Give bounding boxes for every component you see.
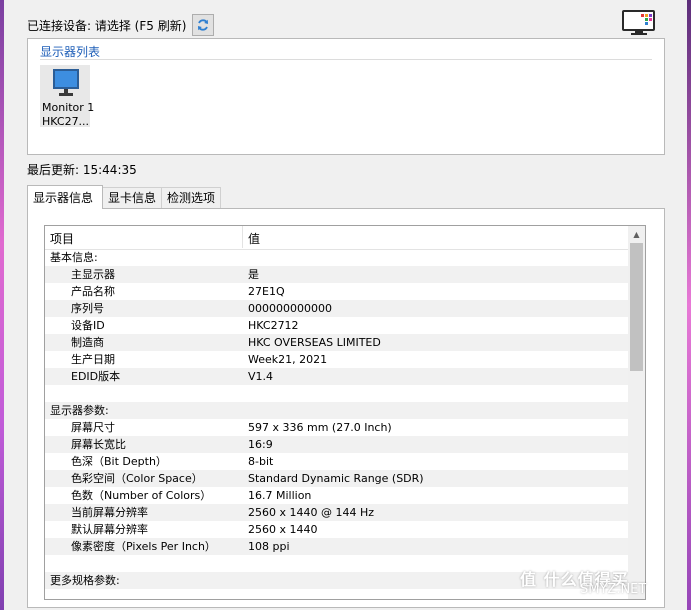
table-row[interactable]: 当前屏幕分辨率 2560 x 1440 @ 144 Hz: [45, 504, 629, 521]
monitor-icon: [53, 69, 79, 96]
column-header-value[interactable]: 值: [248, 230, 260, 247]
table-section-row[interactable]: 显示器参数:: [45, 402, 629, 419]
scroll-up-arrow-icon[interactable]: ▲: [628, 226, 645, 243]
table-blank-row: [45, 385, 629, 402]
window-edge-decoration: [687, 0, 691, 610]
row-key: 设备ID: [71, 319, 105, 332]
table-row[interactable]: 序列号 000000000000: [45, 300, 629, 317]
column-header-item[interactable]: 项目: [50, 230, 74, 247]
row-key: 基本信息:: [50, 251, 98, 264]
monitor-test-logo-icon[interactable]: [621, 8, 657, 36]
row-key: 屏幕尺寸: [71, 421, 115, 434]
row-value: 597 x 336 mm (27.0 Inch): [248, 421, 392, 434]
divider: [40, 59, 652, 60]
row-value: HKC OVERSEAS LIMITED: [248, 336, 381, 349]
monitor-info-table[interactable]: 项目 值 基本信息: 主显示器 是产品名称 27E1Q 序列号 000000000000 设…: [44, 225, 646, 600]
row-key: 序列号: [71, 302, 104, 315]
row-key: 当前屏幕分辨率: [71, 506, 148, 519]
row-value: 2560 x 1440: [248, 523, 318, 536]
row-value: 16.7 Million: [248, 489, 312, 502]
refresh-icon: [198, 19, 209, 31]
row-key: EDID版本: [71, 370, 121, 383]
row-key: 显示器参数:: [50, 404, 109, 417]
table-row[interactable]: 像素密度（Pixels Per Inch） 108 ppi: [45, 538, 629, 555]
row-value: 是: [248, 268, 259, 281]
row-key: 色彩空间（Color Space）: [71, 472, 203, 485]
row-key: 色数（Number of Colors）: [71, 489, 212, 502]
table-row[interactable]: EDID版本 V1.4: [45, 368, 629, 385]
table-row[interactable]: 屏幕尺寸 597 x 336 mm (27.0 Inch): [45, 419, 629, 436]
row-value: V1.4: [248, 370, 274, 383]
row-value: 16:9: [248, 438, 273, 451]
table-row[interactable]: 色彩空间（Color Space） Standard Dynamic Range …: [45, 470, 629, 487]
last-update-label: 最后更新: 15:44:35: [27, 163, 137, 177]
device-selector-bar: 已连接设备: 请选择 (F5 刷新): [27, 14, 215, 36]
scrollbar-thumb[interactable]: [630, 243, 643, 371]
refresh-button[interactable]: [192, 14, 215, 36]
row-key: 产品名称: [71, 285, 115, 298]
row-key: 制造商: [71, 336, 104, 349]
row-key: 像素密度（Pixels Per Inch）: [71, 540, 216, 553]
row-key: 屏幕长宽比: [71, 438, 126, 451]
watermark: 值 什么值得买 SMYZ.NET: [520, 566, 646, 597]
tab-detection-options[interactable]: 检测选项: [161, 187, 221, 208]
table-row[interactable]: 生产日期 Week21, 2021: [45, 351, 629, 368]
row-value: 2560 x 1440 @ 144 Hz: [248, 506, 375, 519]
row-value: Week21, 2021: [248, 353, 328, 366]
column-divider[interactable]: [242, 226, 243, 248]
table-row[interactable]: 默认屏幕分辨率 2560 x 1440: [45, 521, 629, 538]
row-key: 主显示器: [71, 268, 115, 281]
row-key: 更多规格参数:: [50, 574, 120, 587]
row-key: 生产日期: [71, 353, 115, 366]
window-edge-decoration: [0, 0, 4, 610]
table-rows: 基本信息: 主显示器 是产品名称 27E1Q 序列号 000000000000 设备ID HK…: [45, 249, 629, 589]
table-row[interactable]: 制造商 HKC OVERSEAS LIMITED: [45, 334, 629, 351]
row-key: 默认屏幕分辨率: [71, 523, 148, 536]
row-value: 27E1Q: [248, 285, 285, 298]
table-header: 项目 值: [45, 226, 629, 250]
table-row[interactable]: 产品名称 27E1Q: [45, 283, 629, 300]
table-row[interactable]: 屏幕长宽比 16:9: [45, 436, 629, 453]
connected-device-label: 已连接设备: 请选择 (F5 刷新): [27, 18, 187, 33]
table-row[interactable]: 色数（Number of Colors） 16.7 Million: [45, 487, 629, 504]
device-list-title: 显示器列表: [40, 45, 101, 59]
watermark-sub: SMYZ.NET: [580, 582, 647, 597]
table-row[interactable]: 设备ID HKC2712: [45, 317, 629, 334]
row-value: Standard Dynamic Range (SDR): [248, 472, 424, 485]
row-value: HKC2712: [248, 319, 299, 332]
device-list-panel: 显示器列表 Monitor 1 HKC27...: [27, 38, 665, 155]
device-item-monitor-1[interactable]: Monitor 1 HKC27...: [40, 65, 94, 128]
table-row[interactable]: 主显示器 是: [45, 266, 629, 283]
vertical-scrollbar[interactable]: ▲: [628, 226, 645, 599]
row-key: 色深（Bit Depth）: [71, 455, 167, 468]
tab-monitor-info[interactable]: 显示器信息: [27, 185, 103, 209]
tab-gpu-info[interactable]: 显卡信息: [102, 187, 162, 208]
device-name: Monitor 1: [42, 101, 95, 114]
table-section-row[interactable]: 基本信息:: [45, 249, 629, 266]
device-model: HKC27...: [42, 115, 90, 128]
row-value: 000000000000: [248, 302, 332, 315]
row-value: 8-bit: [248, 455, 274, 468]
table-row[interactable]: 色深（Bit Depth） 8-bit: [45, 453, 629, 470]
row-value: 108 ppi: [248, 540, 290, 553]
